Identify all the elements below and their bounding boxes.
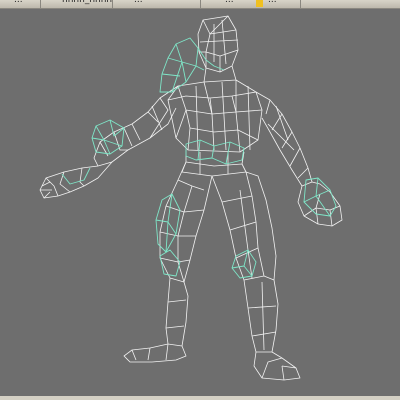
character-wireframe: [39, 15, 343, 381]
perspective-viewport[interactable]: [0, 9, 400, 396]
wireframe-model-canvas[interactable]: [0, 9, 400, 396]
toolbar-item[interactable]: ...: [268, 0, 277, 5]
app-window: ... hhhh_hhhh ... ... ...: [0, 0, 400, 400]
toolbar-item[interactable]: ...: [14, 0, 23, 5]
toolbar-separator: [40, 0, 41, 8]
status-strip: [0, 396, 400, 400]
toolbar-item[interactable]: ...: [225, 0, 234, 5]
toolbar-separator: [200, 0, 201, 8]
toolbar-separator: [300, 0, 301, 8]
toolbar-selection-name[interactable]: hhhh_hhhh: [62, 0, 112, 5]
toolbar-item[interactable]: ...: [134, 0, 143, 5]
main-toolbar: ... hhhh_hhhh ... ... ...: [0, 0, 400, 9]
toolbar-separator: [112, 0, 113, 8]
active-tool-icon[interactable]: [256, 0, 263, 7]
